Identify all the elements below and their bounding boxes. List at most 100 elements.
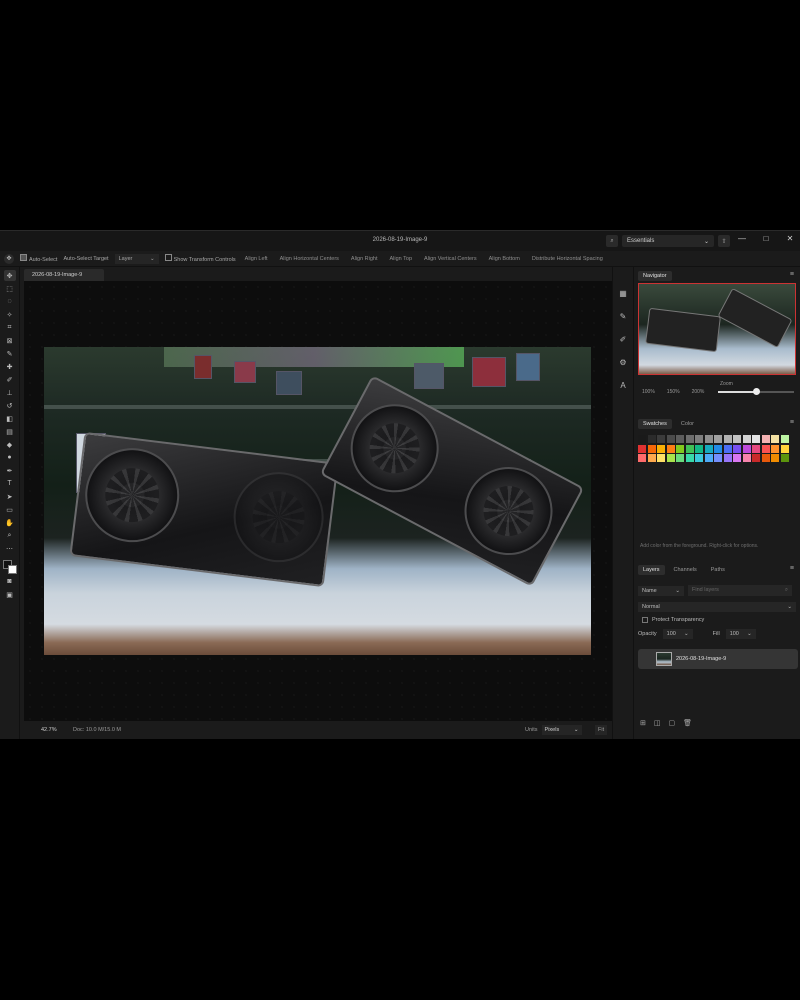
units-select[interactable]: Pixels ⌄ [541, 725, 582, 735]
zoom-slider-handle[interactable] [752, 388, 760, 395]
brush-tool-icon[interactable]: ✐ [4, 374, 16, 385]
properties-icon[interactable]: ⚙ [619, 358, 626, 367]
align-vertical-centers-button[interactable]: Align Vertical Centers [421, 254, 480, 264]
auto-select-checkbox[interactable]: Auto-Select [20, 254, 57, 263]
show-transform-checkbox[interactable]: Show Transform Controls [164, 254, 236, 263]
layer-filter-select[interactable]: Name ⌄ [638, 585, 684, 596]
swatch-39[interactable] [704, 454, 713, 462]
swatch-20[interactable] [676, 444, 684, 453]
dodge-tool-icon[interactable]: ● [4, 452, 16, 463]
swatch-0[interactable] [638, 435, 646, 443]
swatch-3[interactable] [666, 435, 675, 443]
swatch-43[interactable] [742, 454, 751, 462]
more-tools-icon[interactable]: ⋯ [4, 543, 16, 554]
magic-wand-icon[interactable]: ✧ [4, 309, 16, 320]
swatch-18[interactable] [657, 444, 665, 453]
frame-tool-icon[interactable]: ⊠ [4, 335, 16, 346]
tab-layers[interactable]: Layers [638, 565, 665, 575]
tab-channels[interactable]: Channels [669, 565, 702, 575]
swatch-10[interactable] [733, 435, 741, 443]
navigator-preview[interactable] [638, 283, 796, 375]
eyedropper-icon[interactable]: ✎ [4, 348, 16, 359]
history-brush-icon[interactable]: ↺ [4, 400, 16, 411]
layer-item[interactable]: 2026-08-19-Image-9 [638, 649, 798, 669]
align-left-button[interactable]: Align Left [242, 254, 271, 264]
group-icon[interactable]: ▢ [669, 719, 676, 727]
tab-color[interactable]: Color [676, 419, 699, 429]
swatch-46[interactable] [771, 454, 779, 462]
panel-menu-icon[interactable]: ≡ [790, 565, 794, 572]
screen-mode-icon[interactable]: ▣ [4, 589, 16, 600]
hand-tool-icon[interactable]: ✋ [4, 517, 16, 528]
swatch-31[interactable] [780, 444, 789, 453]
path-selection-icon[interactable]: ➤ [4, 491, 16, 502]
blend-mode-select[interactable]: Normal ⌄ [638, 601, 796, 612]
clone-source-icon[interactable]: ✐ [620, 335, 627, 344]
tab-navigator[interactable]: Navigator [638, 271, 672, 281]
background-color[interactable] [7, 565, 17, 574]
zoom-tool-icon[interactable]: ⌕ [4, 530, 16, 541]
tab-swatches[interactable]: Swatches [638, 419, 672, 429]
swatch-42[interactable] [733, 454, 741, 462]
share-icon[interactable]: ⇧ [718, 235, 730, 247]
align-bottom-button[interactable]: Align Bottom [486, 254, 523, 264]
opacity-input[interactable]: 100 ⌄ [662, 628, 693, 639]
swatch-11[interactable] [742, 435, 751, 443]
minimize-button[interactable]: — [736, 234, 748, 243]
close-button[interactable]: ✕ [784, 234, 796, 243]
swatch-24[interactable] [714, 444, 722, 453]
swatch-28[interactable] [752, 444, 760, 453]
document-tab[interactable]: 2026-08-19-Image-9 [24, 269, 104, 281]
marquee-tool-icon[interactable]: ⬚ [4, 283, 16, 294]
canvas-area[interactable] [24, 281, 612, 721]
swatch-25[interactable] [723, 444, 732, 453]
swatch-41[interactable] [723, 454, 732, 462]
fit-button[interactable]: Fit [595, 725, 608, 735]
clone-stamp-icon[interactable]: ⊥ [4, 387, 16, 398]
new-layer-icon[interactable]: ⊞ [640, 719, 646, 727]
zoom-preset-150[interactable]: 150% [667, 389, 680, 395]
fill-input[interactable]: 100 ⌄ [725, 628, 756, 639]
panel-menu-icon[interactable]: ≡ [790, 271, 794, 278]
swatch-36[interactable] [676, 454, 684, 462]
eraser-icon[interactable]: ◧ [4, 413, 16, 424]
swatch-35[interactable] [666, 454, 675, 462]
swatch-17[interactable] [647, 444, 656, 453]
swatch-15[interactable] [780, 435, 789, 443]
swatch-2[interactable] [657, 435, 665, 443]
healing-brush-icon[interactable]: ✚ [4, 361, 16, 372]
swatch-34[interactable] [657, 454, 665, 462]
trash-icon[interactable]: 🗑 [683, 719, 692, 727]
swatch-22[interactable] [695, 444, 703, 453]
swatch-12[interactable] [752, 435, 760, 443]
swatch-19[interactable] [666, 444, 675, 453]
search-icon[interactable]: ⌕ [606, 235, 618, 247]
zoom-preset-200[interactable]: 200% [692, 389, 705, 395]
swatch-27[interactable] [742, 444, 751, 453]
swatch-6[interactable] [695, 435, 703, 443]
swatch-8[interactable] [714, 435, 722, 443]
zoom-preset-100[interactable]: 100% [642, 389, 655, 395]
swatch-21[interactable] [685, 444, 694, 453]
lasso-tool-icon[interactable]: ◌ [4, 296, 16, 307]
swatch-44[interactable] [752, 454, 760, 462]
distribute-horizontal-spacing-button[interactable]: Distribute Horizontal Spacing [529, 254, 606, 264]
swatch-33[interactable] [647, 454, 656, 462]
panel-menu-icon[interactable]: ≡ [790, 419, 794, 426]
gradient-tool-icon[interactable]: ▤ [4, 426, 16, 437]
pen-tool-icon[interactable]: ✒ [4, 465, 16, 476]
shape-tool-icon[interactable]: ▭ [4, 504, 16, 515]
zoom-slider[interactable] [718, 388, 794, 395]
zoom-readout[interactable]: 42.7% [41, 727, 57, 733]
mask-icon[interactable]: ◫ [654, 719, 661, 727]
swatch-40[interactable] [714, 454, 722, 462]
layer-search-input[interactable]: Find layers ⌕ [688, 585, 792, 596]
swatch-47[interactable] [780, 454, 789, 462]
swatch-5[interactable] [685, 435, 694, 443]
maximize-button[interactable]: □ [760, 234, 772, 243]
swatch-32[interactable] [638, 454, 646, 462]
swatch-16[interactable] [638, 444, 646, 453]
crop-tool-icon[interactable]: ⌗ [4, 322, 16, 333]
swatch-45[interactable] [761, 454, 770, 462]
swatch-14[interactable] [771, 435, 779, 443]
